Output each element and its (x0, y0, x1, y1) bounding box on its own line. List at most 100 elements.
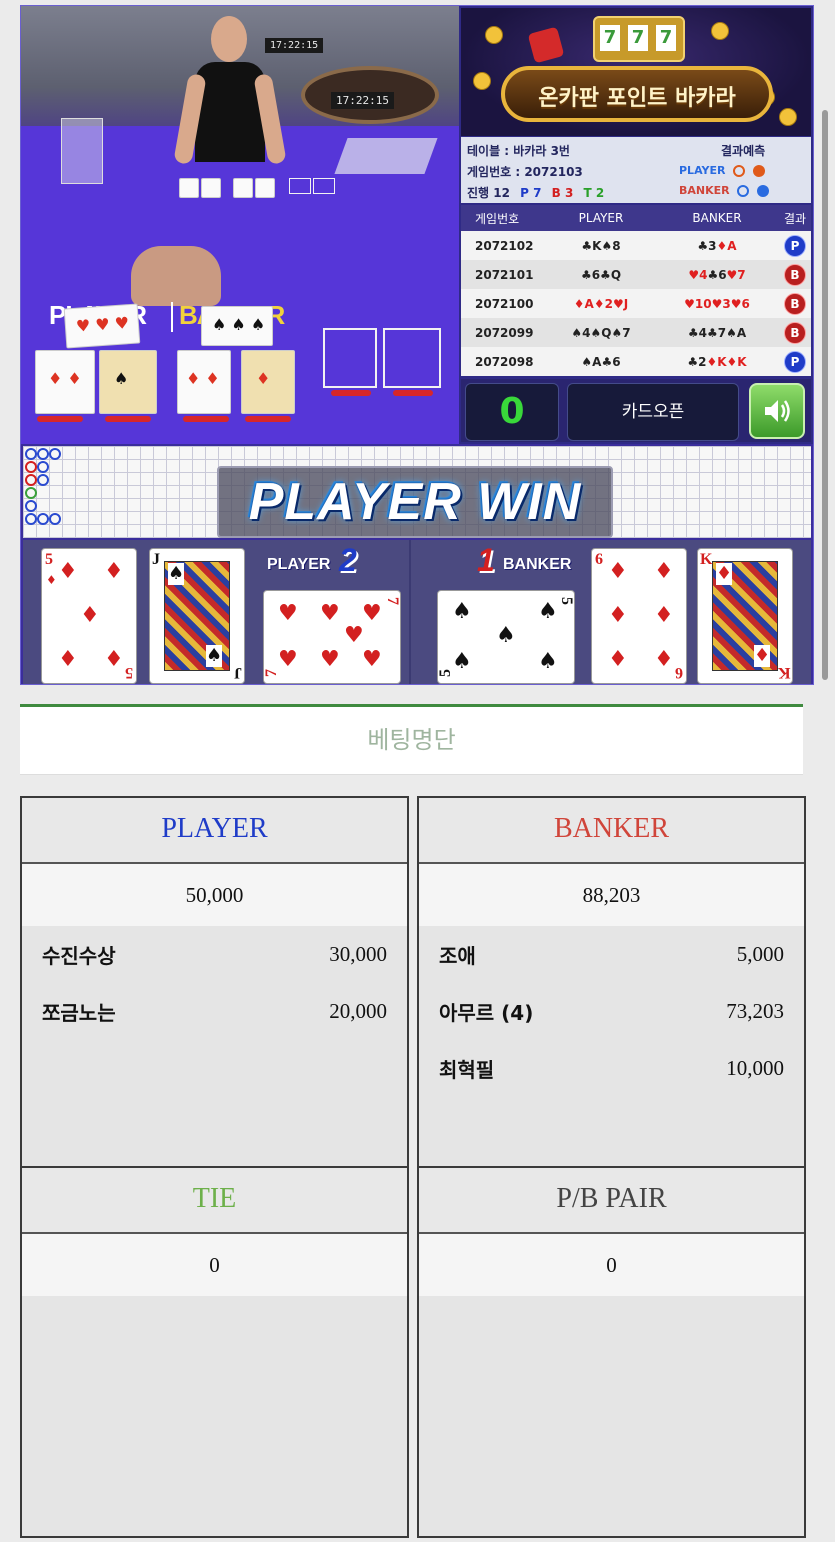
game-number: 게임번호 : 2072103 (467, 165, 583, 179)
result-badge: P (784, 350, 806, 373)
empty-card-slot (323, 328, 377, 388)
table-name: 테이블 : 바카라 3번 (467, 144, 570, 158)
banker-cards-label: BANKER (503, 556, 572, 573)
history-banker-cards: ♣4♣7♠A (687, 325, 747, 340)
control-bar: 0 카드오픈 (461, 379, 811, 442)
bet-row: 조애 5,000 (419, 926, 804, 983)
bettor-name: 아무르 (4) (439, 1001, 534, 1025)
player-count: P 7 (520, 186, 542, 200)
player-card: 5 ♦ ♦ ♦ ♦ ♦ ♦ 5 (41, 548, 137, 684)
bettor-name: 쪼금노는 (42, 1001, 116, 1025)
bet-list-title: 베팅명단 (20, 704, 803, 775)
sound-button[interactable] (749, 383, 805, 439)
history-result: B (779, 292, 811, 315)
history-game-no: 2072099 (475, 325, 534, 340)
banker-card: 5 ♠ ♠ ♠ ♠ ♠ 5 (437, 590, 575, 684)
bet-amount: 20,000 (329, 999, 387, 1023)
panel-title: PLAYER (22, 798, 407, 864)
predict-label: 결과예측 (721, 144, 766, 158)
panel-title: TIE (22, 1168, 407, 1234)
win-banner: PLAYER WIN (217, 466, 613, 538)
history-player-cards: ♠A♣6 (581, 354, 621, 369)
progress-counts: 진행 12 P 7 B 3 T 2 (467, 184, 604, 201)
player-card: J ♠ ♠ J (149, 548, 245, 684)
brand-banner: 777 온카판 포인트 바카라 (461, 8, 811, 136)
red-marker (331, 390, 371, 396)
dice-icon (527, 26, 565, 64)
felt-card: ♠ (99, 350, 157, 414)
history-player-cards: ♣K♠8 (581, 238, 621, 253)
history-game-no: 2072102 (475, 238, 534, 253)
card-shoe (334, 138, 438, 174)
history-row: 2072099 ♠4♠Q♠7 ♣4♣7♠A B (461, 318, 811, 347)
banner-title: 온카판 포인트 바카라 (538, 86, 736, 111)
history-result: B (779, 321, 811, 344)
history-table: 게임번호 PLAYER BANKER 결과 2072102 ♣K♠8 ♣3♦A P 20… (461, 205, 811, 377)
history-body: 2072102 ♣K♠8 ♣3♦A P 2072101 ♣6♣Q ♥4♣6♥7 B 207210… (461, 231, 811, 376)
bet-amount: 30,000 (329, 942, 387, 966)
felt-separator (171, 302, 173, 332)
page-scrollbar[interactable] (822, 110, 828, 680)
banker-count: B 3 (551, 186, 574, 200)
panel-total: 88,203 (419, 864, 804, 926)
history-header: 게임번호 PLAYER BANKER 결과 (461, 205, 811, 231)
predict-player[interactable]: PLAYER (679, 164, 766, 177)
pair-bet-panel: P/B PAIR 0 (417, 1166, 806, 1538)
result-badge: B (784, 321, 806, 344)
history-row: 2072101 ♣6♣Q ♥4♣6♥7 B (461, 260, 811, 289)
red-marker (393, 390, 433, 396)
result-badge: B (784, 292, 806, 315)
history-player-cards: ♠4♠Q♠7 (571, 325, 631, 340)
history-row: 2072100 ♦A♦2♥J ♥10♥3♥6 B (461, 289, 811, 318)
history-result: P (779, 234, 811, 257)
progress-label: 진행 12 (467, 186, 510, 200)
panel-total: 50,000 (22, 864, 407, 926)
felt-card: ♦ ♦ (177, 350, 231, 414)
history-banker-cards: ♣2♦K♦K (687, 354, 747, 369)
game-area: 17:22:15 17:22:15 PLAYER BANKER ♥ ♥ ♥ ♠ … (20, 5, 814, 685)
history-game-no: 2072101 (475, 267, 534, 282)
player-score: 2 (339, 542, 357, 578)
empty-card-slot (383, 328, 441, 388)
history-result: B (779, 263, 811, 286)
player-card: 7 ♥ ♥ ♥ ♥ ♥ ♥ ♥ 7 (263, 590, 401, 684)
banner-marquee: 온카판 포인트 바카라 (501, 66, 773, 122)
history-game-no: 2072098 (475, 354, 534, 369)
table-card (233, 178, 253, 198)
table-card (179, 178, 199, 198)
history-player-cards: ♦A♦2♥J (573, 296, 629, 311)
panel-title: P/B PAIR (419, 1168, 804, 1234)
red-marker (245, 416, 291, 422)
circle-filled-icon (757, 185, 770, 197)
history-game-no: 2072100 (475, 296, 534, 311)
game-info-panel: 777 온카판 포인트 바카라 테이블 : 바카라 3번 게임번호 : 2072… (459, 6, 813, 444)
circle-filled-icon (753, 165, 766, 177)
discard-box (61, 118, 103, 184)
card-open-button[interactable]: 카드오픈 (567, 383, 739, 441)
history-banker-cards: ♥10♥3♥6 (684, 296, 750, 311)
card-spot (313, 178, 335, 194)
red-marker (37, 416, 83, 422)
result-badge: B (784, 263, 806, 286)
live-dealer-video: 17:22:15 17:22:15 PLAYER BANKER ♥ ♥ ♥ ♠ … (21, 6, 459, 444)
circle-outline-icon (737, 185, 750, 197)
speaker-icon (765, 400, 790, 422)
bet-amount: 5,000 (736, 942, 784, 966)
bet-row: 수진수상 30,000 (22, 926, 407, 983)
bet-row: 최혁필 10,000 (419, 1040, 804, 1097)
table-card (201, 178, 221, 198)
tie-count: T 2 (583, 186, 605, 200)
predict-banker[interactable]: BANKER (679, 184, 770, 197)
panel-total: 0 (419, 1234, 804, 1296)
felt-card: ♠ ♠ ♠ (201, 306, 273, 346)
countdown-display: 0 (465, 383, 559, 441)
bet-row: 쪼금노는 20,000 (22, 983, 407, 1040)
banker-card: K ♦ ♦ K (697, 548, 793, 684)
banker-bet-panel: BANKER 88,203 조애 5,000 아무르 (4) 73,203 최혁필 10,… (417, 796, 806, 1168)
banker-score: 1 (477, 542, 495, 578)
table-card (255, 178, 275, 198)
bettor-name: 수진수상 (42, 944, 116, 968)
result-badge: P (784, 234, 806, 257)
panel-title: BANKER (419, 798, 804, 864)
felt-card: ♦ ♦ (35, 350, 95, 414)
